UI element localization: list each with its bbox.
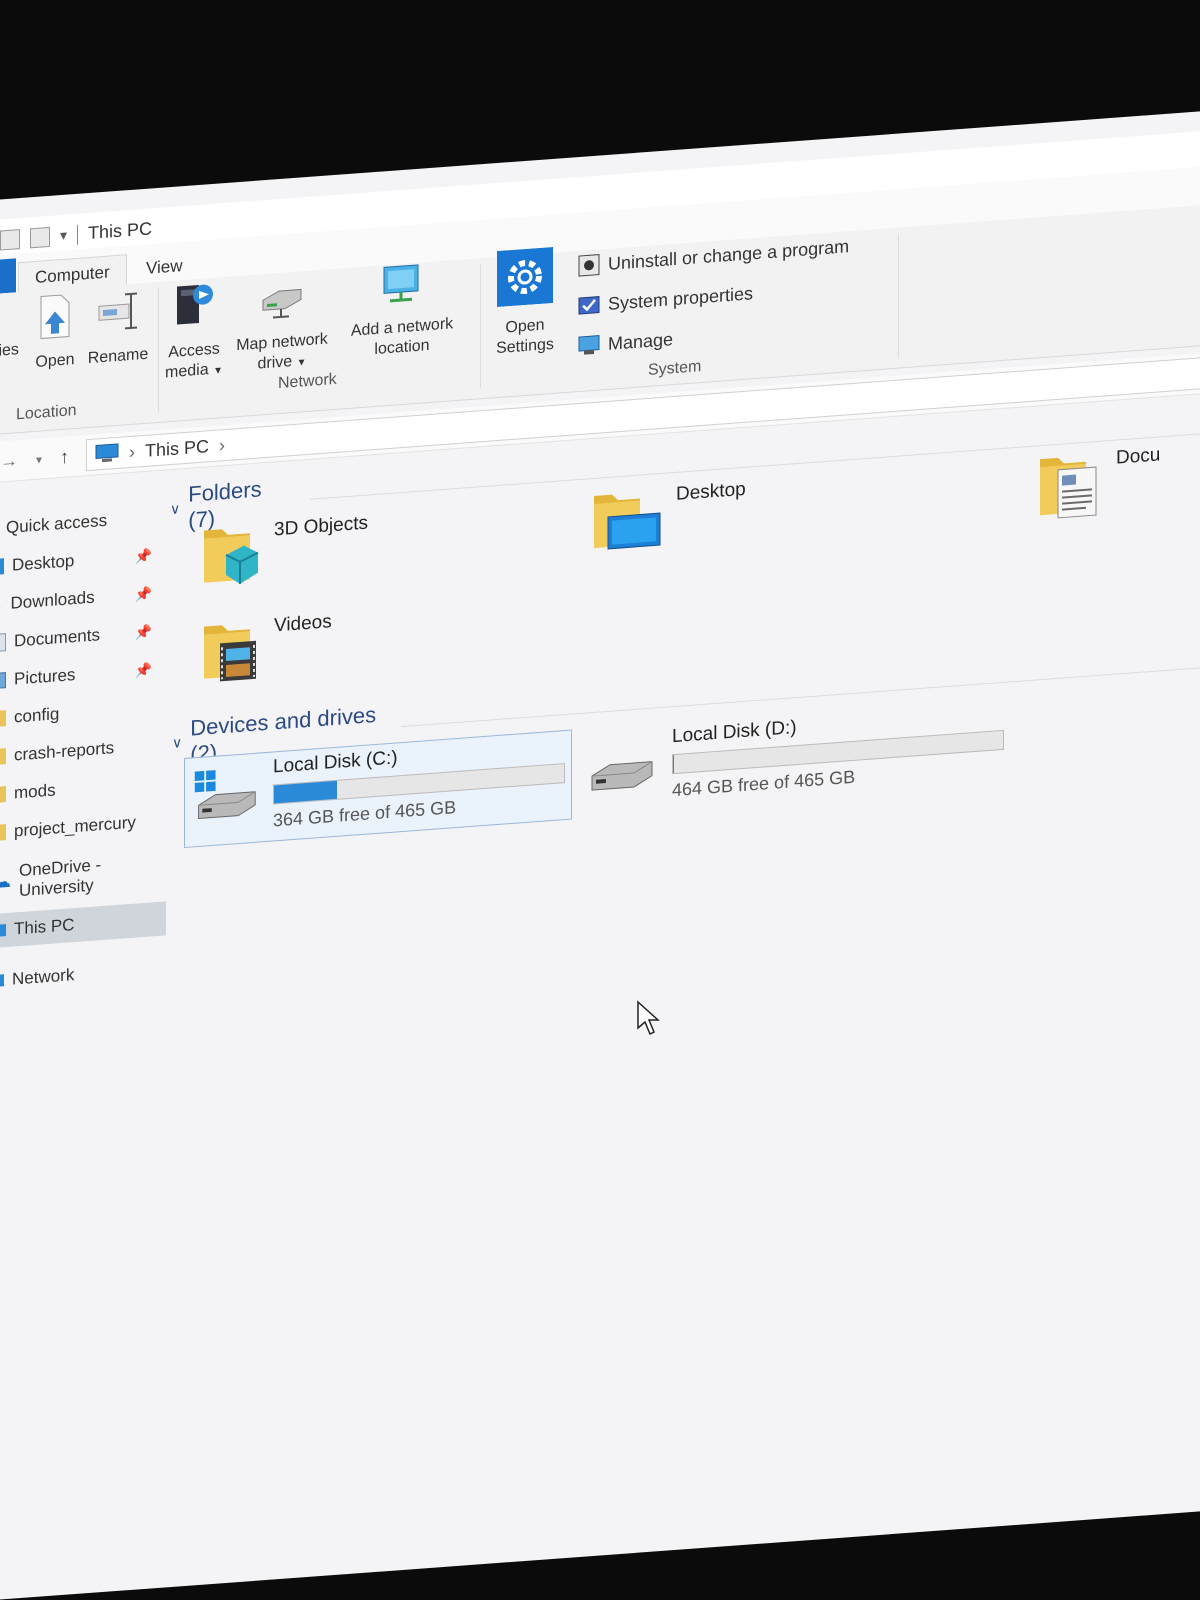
- access-media-icon: [177, 284, 213, 325]
- map-network-drive-button[interactable]: Map network drive ▼: [230, 273, 334, 379]
- file-explorer-window: ▾ This PC Computer View ties Open Rename…: [0, 111, 1200, 1600]
- manage-button[interactable]: Manage: [578, 328, 673, 357]
- group-separator: [480, 264, 481, 389]
- sidebar-item-project-mercury[interactable]: project_mercury: [0, 803, 166, 850]
- group-separator: [898, 233, 899, 358]
- network-drive-icon: [262, 288, 302, 319]
- open-settings-button[interactable]: Open Settings: [488, 246, 562, 359]
- drive-usage-fill: [274, 780, 337, 804]
- dropdown-arrow-icon: ▼: [296, 357, 307, 369]
- dropdown-arrow-icon: ▼: [213, 365, 223, 377]
- chevron-down-icon: ∨: [170, 499, 181, 517]
- sidebar-item-onedrive[interactable]: ☁ OneDrive - University: [0, 853, 166, 900]
- access-media-button[interactable]: Access media ▼: [164, 277, 224, 385]
- navigation-buttons: → ▾ ↑: [0, 446, 69, 472]
- documents-folder-icon: [1040, 457, 1097, 519]
- customize-toolbar-icon[interactable]: ▾: [60, 227, 67, 245]
- up-arrow-icon[interactable]: ↑: [60, 446, 69, 468]
- content-pane: ∨ Folders (7) 3D Objects Desktop Docu Vi…: [170, 401, 1200, 1377]
- program-icon: [578, 254, 600, 277]
- folder-item-documents[interactable]: Docu: [1036, 444, 1160, 523]
- group-label-network: Network: [278, 370, 337, 393]
- documents-icon: [0, 633, 6, 652]
- downloads-icon: ↓: [0, 594, 3, 614]
- drive-usage-fill: [673, 755, 674, 774]
- this-pc-icon: [95, 443, 119, 463]
- group-label-system: System: [648, 358, 702, 379]
- rename-icon: [98, 292, 137, 330]
- open-icon: [40, 294, 70, 340]
- breadcrumb-chevron-icon: ›: [129, 441, 135, 462]
- desktop-icon: [0, 558, 4, 575]
- network-location-icon: [383, 264, 419, 303]
- forward-arrow-icon[interactable]: →: [0, 450, 18, 472]
- pin-icon[interactable]: 📌: [135, 623, 152, 641]
- sidebar-item-network[interactable]: Network: [0, 951, 166, 998]
- network-icon: [0, 974, 4, 987]
- sidebar-item-this-pc[interactable]: This PC: [0, 901, 166, 948]
- breadcrumb-this-pc[interactable]: This PC: [145, 436, 209, 462]
- add-network-location-button[interactable]: Add a network location: [340, 257, 464, 362]
- pictures-icon: [0, 672, 6, 689]
- breadcrumb-chevron-icon[interactable]: ›: [219, 435, 225, 456]
- folder-item-desktop[interactable]: Desktop: [590, 479, 746, 556]
- checkbox-properties-icon: [578, 296, 600, 315]
- windows-drive-icon: [194, 770, 256, 820]
- folder-icon: [0, 786, 6, 803]
- toolbar-separator: [77, 224, 79, 245]
- folder-icon: [0, 710, 6, 727]
- folder-item-videos[interactable]: Videos: [200, 611, 332, 687]
- 3d-objects-folder-icon: [204, 529, 259, 585]
- folder-item-3d-objects[interactable]: 3D Objects: [200, 513, 368, 591]
- this-pc-icon: [0, 924, 6, 937]
- group-label-location: Location: [16, 401, 77, 424]
- open-button[interactable]: Open: [32, 292, 78, 373]
- properties-button[interactable]: ties: [0, 340, 19, 362]
- folder-icon: [0, 824, 6, 841]
- pin-icon[interactable]: 📌: [135, 585, 152, 603]
- drive-details: Local Disk (D:) 464 GB free of 465 GB: [672, 702, 1004, 806]
- chevron-down-icon: ∨: [172, 733, 183, 751]
- system-properties-button[interactable]: System properties: [578, 282, 753, 317]
- properties-icon[interactable]: [0, 228, 20, 251]
- group-separator: [158, 287, 159, 412]
- pin-icon[interactable]: 📌: [135, 661, 152, 679]
- navigation-pane: › Quick access Desktop 📌 ↓ Downloads 📌 D…: [0, 477, 170, 1390]
- new-folder-icon[interactable]: [30, 226, 50, 248]
- videos-folder-icon: [204, 625, 256, 682]
- computer-manage-icon: [578, 335, 600, 355]
- recent-locations-icon[interactable]: ▾: [36, 448, 42, 469]
- folder-icon: [0, 748, 6, 765]
- window-title: This PC: [88, 218, 153, 244]
- screen: ▾ This PC Computer View ties Open Rename…: [0, 0, 1200, 1600]
- drive-details: Local Disk (C:) 364 GB free of 465 GB: [273, 735, 565, 836]
- gear-icon: [497, 246, 553, 308]
- tab-file[interactable]: [0, 258, 16, 294]
- rename-button[interactable]: Rename: [86, 287, 150, 370]
- mouse-cursor-icon: [637, 1000, 660, 1036]
- cloud-icon: ☁: [0, 871, 11, 892]
- hard-drive-icon: [591, 761, 653, 791]
- desktop-folder-icon: [594, 494, 661, 550]
- pin-icon[interactable]: 📌: [135, 547, 152, 565]
